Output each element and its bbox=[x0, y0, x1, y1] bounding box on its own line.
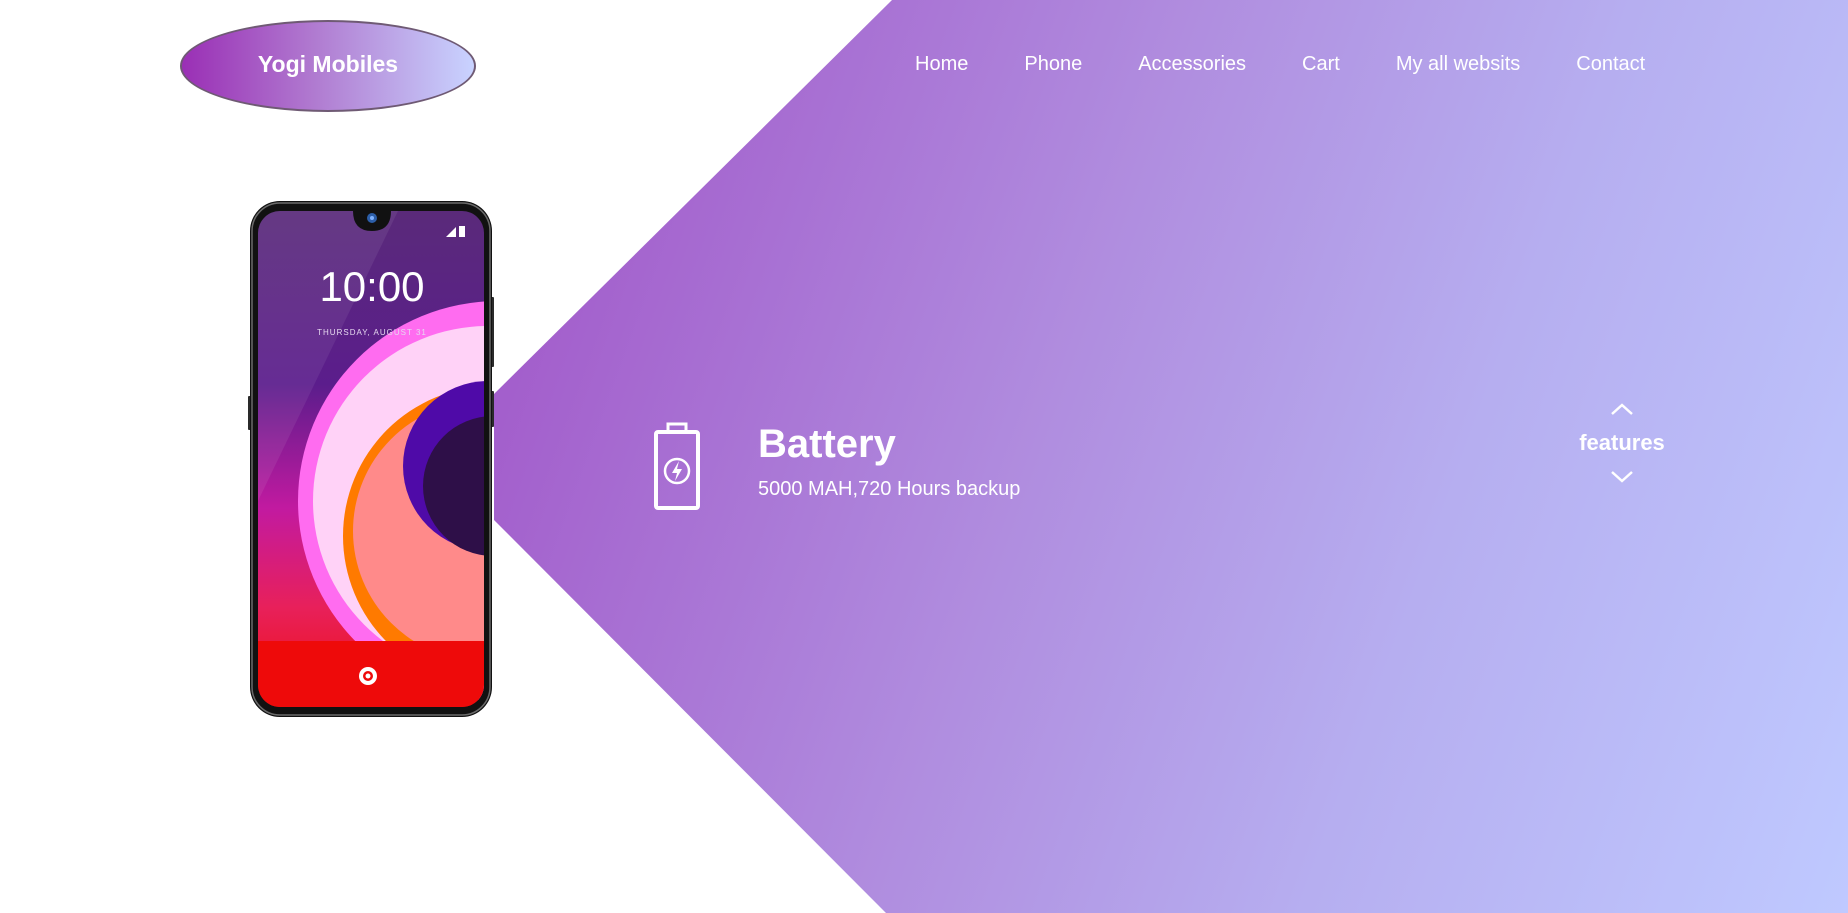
chevron-up-icon[interactable] bbox=[1609, 400, 1635, 420]
nav-accessories[interactable]: Accessories bbox=[1138, 53, 1246, 76]
feature-title: Battery bbox=[758, 422, 896, 466]
page: Yogi Mobiles Home Phone Accessories Cart… bbox=[0, 0, 1848, 913]
phone-image: 10:00 THURSDAY, AUGUST 31 bbox=[248, 201, 494, 717]
brand-logo[interactable]: Yogi Mobiles bbox=[180, 20, 476, 112]
feature-description: 5000 MAH,720 Hours backup bbox=[758, 478, 1021, 500]
nav-cart[interactable]: Cart bbox=[1302, 53, 1340, 76]
nav-home[interactable]: Home bbox=[915, 53, 968, 76]
battery-icon bbox=[654, 422, 700, 510]
nav-my-all-websits[interactable]: My all websits bbox=[1396, 53, 1520, 76]
nav-contact[interactable]: Contact bbox=[1576, 53, 1645, 76]
main-nav: Home Phone Accessories Cart My all websi… bbox=[915, 53, 1701, 76]
features-label[interactable]: features bbox=[1579, 430, 1665, 456]
features-scroller: features bbox=[1572, 400, 1672, 486]
nav-phone[interactable]: Phone bbox=[1024, 53, 1082, 76]
brand-name: Yogi Mobiles bbox=[257, 50, 399, 77]
phone-date: THURSDAY, AUGUST 31 bbox=[317, 328, 427, 337]
chevron-down-icon[interactable] bbox=[1609, 466, 1635, 486]
phone-time: 10:00 bbox=[319, 263, 424, 310]
